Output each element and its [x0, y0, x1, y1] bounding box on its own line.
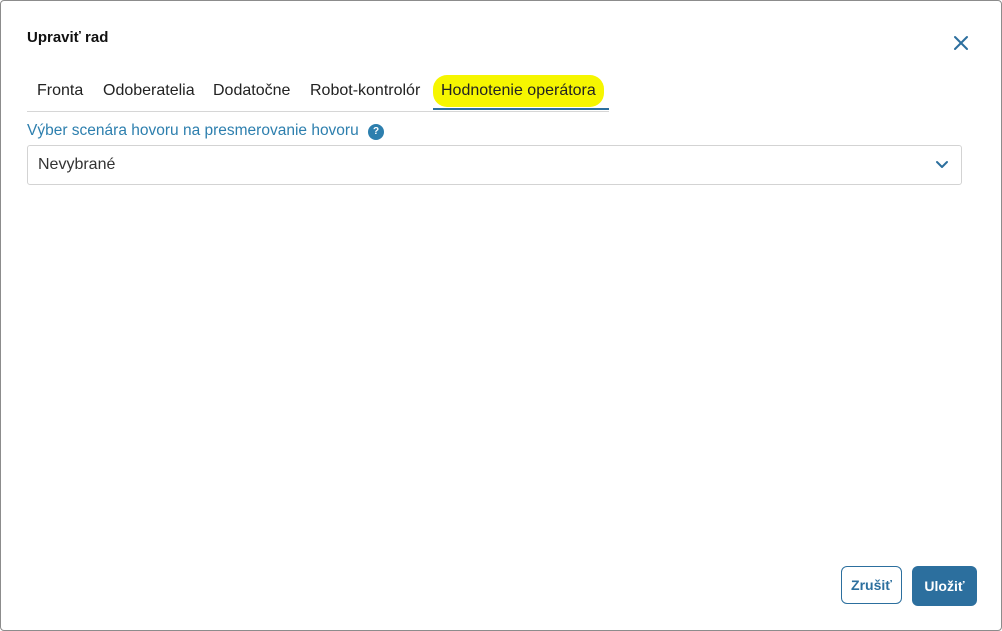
tab-odoberatelia[interactable]: Odoberatelia [103, 75, 195, 107]
chevron-down-icon [936, 161, 948, 168]
save-button[interactable]: Uložiť [912, 566, 977, 606]
select-value: Nevybrané [38, 156, 116, 173]
tab-bar: Fronta Odoberatelia Dodatočne Robot-kont… [27, 75, 609, 112]
tab-fronta[interactable]: Fronta [37, 75, 83, 107]
active-tab-indicator [433, 108, 609, 110]
tab-robot-kontrolor[interactable]: Robot-kontrolór [310, 75, 420, 107]
call-scenario-select[interactable]: Nevybrané [27, 145, 962, 185]
tab-dodatocne[interactable]: Dodatočne [213, 75, 290, 107]
call-scenario-label: Výber scenára hovoru na presmerovanie ho… [27, 122, 359, 139]
dialog-title: Upraviť rad [27, 29, 109, 46]
close-icon [954, 36, 968, 50]
close-button[interactable] [950, 32, 972, 54]
help-icon[interactable]: ? [368, 124, 384, 140]
edit-queue-dialog: Upraviť rad Fronta Odoberatelia Dodatočn… [0, 0, 1002, 631]
tab-hodnotenie-operatora[interactable]: Hodnotenie operátora [433, 75, 604, 107]
cancel-button[interactable]: Zrušiť [841, 566, 902, 604]
